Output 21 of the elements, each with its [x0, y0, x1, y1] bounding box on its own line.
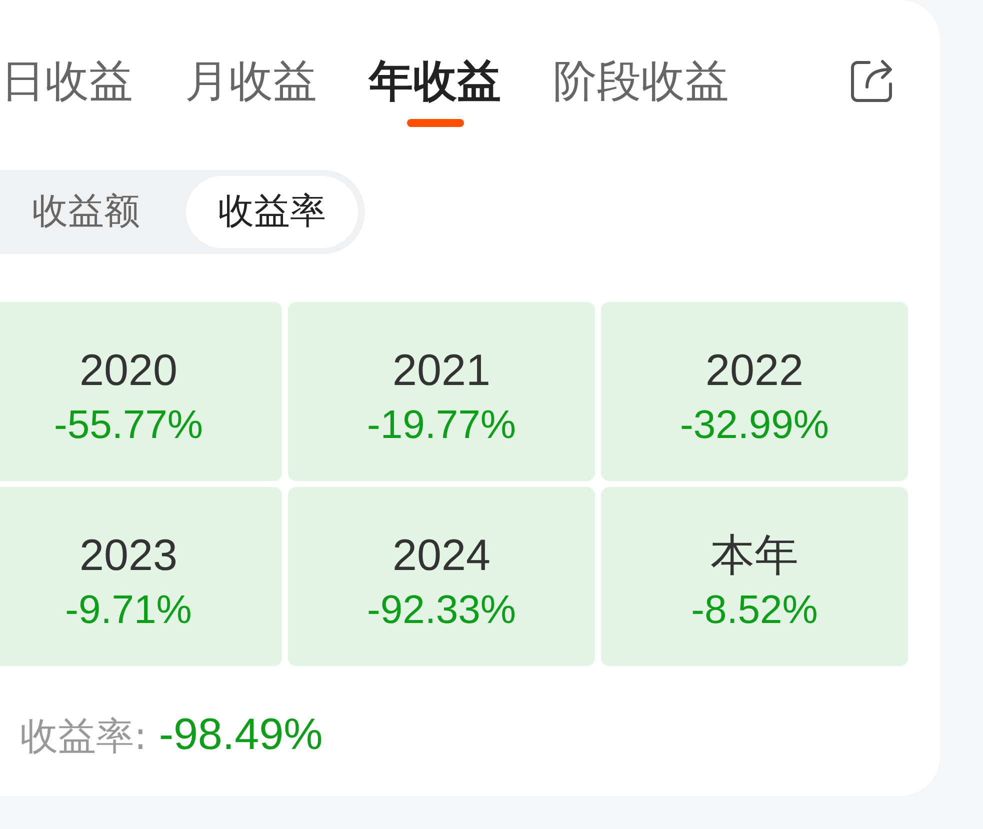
return-value: -8.52% — [691, 586, 818, 634]
return-value: -92.33% — [367, 586, 516, 634]
return-value: -9.71% — [65, 586, 192, 634]
tab-indicator — [406, 119, 464, 127]
tab[interactable]: 日收益 — [1, 60, 133, 104]
tab[interactable]: 月收益 — [185, 60, 317, 104]
segment-option[interactable]: 收益率 — [186, 176, 358, 248]
period-label: 2023 — [80, 530, 178, 582]
period-label: 2021 — [392, 344, 490, 396]
total-return-value: -98.49% — [158, 709, 323, 761]
tab[interactable]: 年收益 — [369, 60, 501, 127]
return-value: -55.77% — [54, 402, 203, 448]
total-return-label: 收益率: — [20, 713, 147, 760]
period-label: 本年 — [710, 530, 798, 582]
period-label: 2022 — [706, 344, 804, 396]
return-value: -32.99% — [680, 402, 829, 448]
period-label: 2020 — [80, 344, 178, 396]
segment-option[interactable]: 收益额 — [0, 176, 172, 248]
period-label: 2024 — [392, 530, 490, 582]
return-value: -19.77% — [367, 402, 516, 448]
tab[interactable]: 阶段收益 — [553, 60, 729, 104]
